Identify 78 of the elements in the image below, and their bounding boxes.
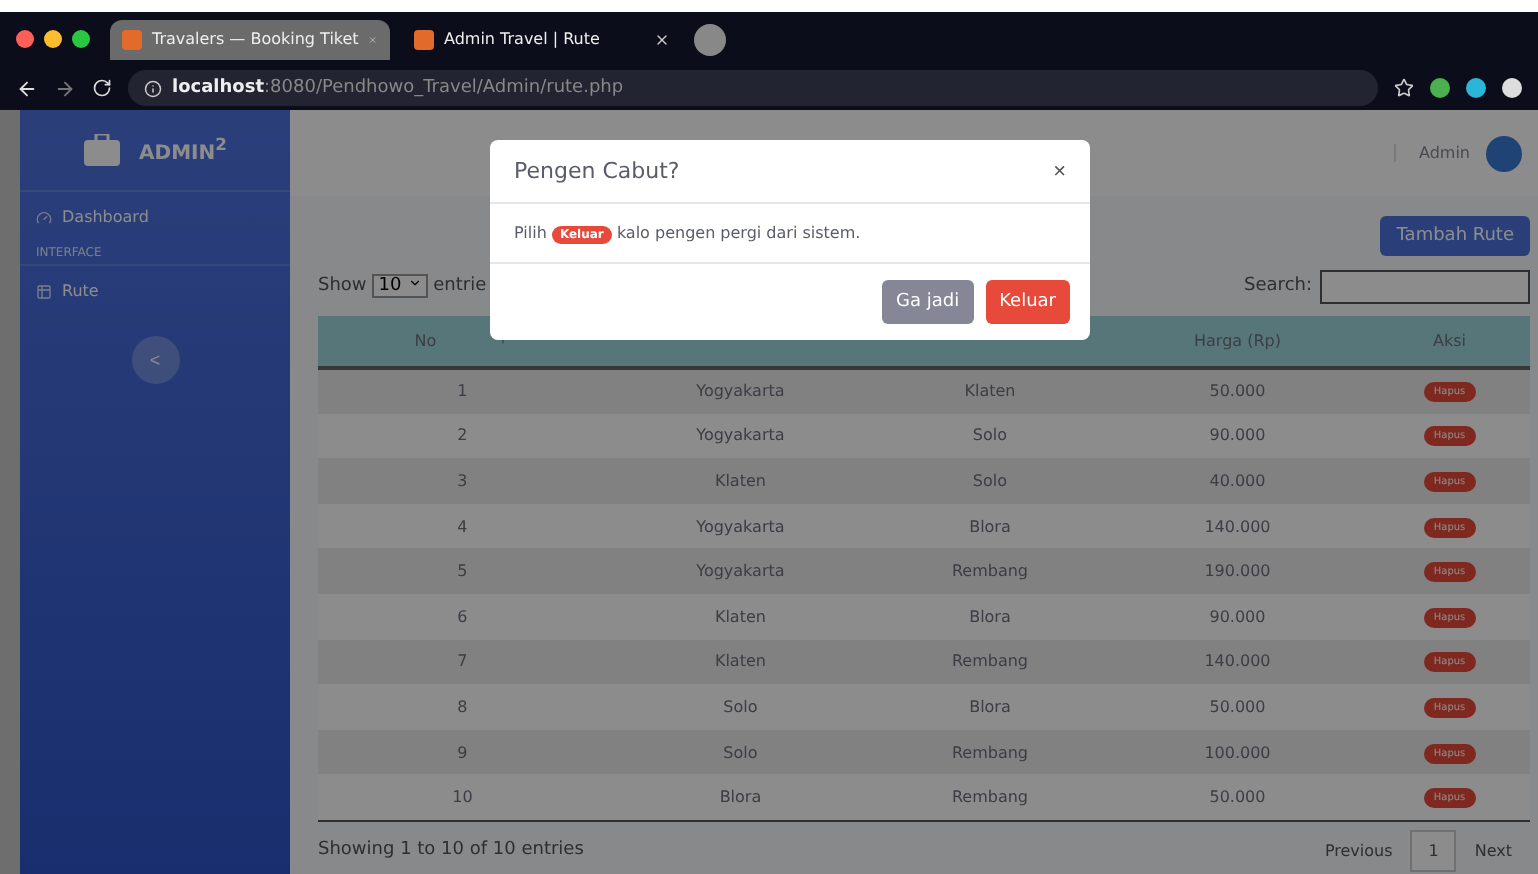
favicon-icon bbox=[122, 29, 142, 49]
table-cell: 5 bbox=[318, 548, 607, 594]
table-cell: 190.000 bbox=[1105, 548, 1370, 594]
browser-tab[interactable]: Travalers — Booking Tiket bbox=[110, 19, 390, 59]
table-cell: Blora bbox=[874, 503, 1106, 549]
info-icon bbox=[144, 79, 162, 97]
search-label: Search: bbox=[1244, 276, 1312, 296]
table-cell: Solo bbox=[606, 729, 875, 775]
column-header[interactable]: Harga (Rp) bbox=[1105, 316, 1370, 368]
table-cell: Blora bbox=[874, 684, 1106, 730]
table-cell: Rembang bbox=[874, 548, 1106, 594]
table-cell: 10 bbox=[318, 774, 607, 820]
favicon-icon bbox=[414, 29, 434, 49]
table-cell: 40.000 bbox=[1105, 458, 1370, 504]
logout-button[interactable]: Keluar bbox=[985, 280, 1070, 324]
browser-tab[interactable]: Admin Travel | Rute bbox=[402, 19, 682, 59]
table-cell: 90.000 bbox=[1105, 593, 1370, 640]
table-cell: Klaten bbox=[606, 593, 875, 640]
table-cell: Yogyakarta bbox=[606, 548, 875, 594]
add-route-button[interactable]: Tambah Rute bbox=[1380, 216, 1530, 256]
column-header[interactable]: Aksi bbox=[1369, 316, 1530, 368]
table-cell: Yogyakarta bbox=[606, 413, 875, 459]
table-cell: Blora bbox=[606, 774, 875, 820]
reload-icon[interactable] bbox=[92, 78, 112, 98]
cancel-button[interactable]: Ga jadi bbox=[881, 280, 974, 324]
label: entrie bbox=[433, 276, 487, 296]
table-cell: 90.000 bbox=[1105, 413, 1370, 459]
minimize-window-icon[interactable] bbox=[44, 30, 62, 48]
table-cell: Yogyakarta bbox=[606, 503, 875, 549]
table-cell: Klaten bbox=[874, 368, 1106, 414]
pagination-button[interactable]: 1 bbox=[1410, 829, 1457, 872]
brand-text: ADMIN$^{2}$ bbox=[139, 134, 227, 166]
close-window-icon[interactable] bbox=[16, 30, 34, 48]
table-cell: 2 bbox=[318, 413, 607, 459]
table-cell: 1 bbox=[318, 368, 607, 414]
star-icon[interactable] bbox=[1394, 78, 1414, 98]
dashboard-icon bbox=[36, 209, 52, 225]
close-icon[interactable] bbox=[654, 31, 670, 47]
modal-title: Pengen Cabut? bbox=[514, 158, 680, 184]
user-name: Admin bbox=[1393, 144, 1470, 162]
maximize-window-icon[interactable] bbox=[72, 30, 90, 48]
search-field[interactable] bbox=[1320, 269, 1530, 303]
table-cell: 9 bbox=[318, 729, 607, 775]
table-cell: 100.000 bbox=[1105, 729, 1370, 775]
table-info: Showing 1 to 10 of 10 entries bbox=[318, 840, 584, 861]
table-cell: 4 bbox=[318, 503, 607, 549]
table-cell: Klaten bbox=[606, 639, 875, 685]
table-cell: Yogyakarta bbox=[606, 368, 875, 414]
back-icon[interactable] bbox=[16, 77, 38, 99]
table-cell: 6 bbox=[318, 593, 607, 640]
table-cell: Rembang bbox=[874, 639, 1106, 685]
chevron-down-icon bbox=[407, 276, 422, 290]
table-cell: 3 bbox=[318, 458, 607, 504]
close-button[interactable]: × bbox=[1053, 159, 1066, 183]
table-cell: 140.000 bbox=[1105, 639, 1370, 685]
table-cell: 50.000 bbox=[1105, 368, 1370, 414]
label: Show bbox=[318, 276, 367, 296]
pagination-button[interactable]: Previous bbox=[1306, 829, 1411, 872]
table-cell: 8 bbox=[318, 684, 607, 730]
entries-select[interactable]: 10 bbox=[372, 274, 428, 298]
table-cell: 50.000 bbox=[1105, 774, 1370, 820]
table-cell: Solo bbox=[874, 413, 1106, 459]
briefcase-icon bbox=[83, 134, 120, 166]
table-cell: Rembang bbox=[874, 729, 1106, 775]
forward-icon[interactable] bbox=[54, 77, 76, 99]
pagination-button[interactable]: Next bbox=[1456, 829, 1530, 872]
url-text: localhost:8080/Pendhowo_Travel/Admin/rute.php bbox=[172, 78, 624, 98]
table-cell: 140.000 bbox=[1105, 503, 1370, 549]
table-cell: Blora bbox=[874, 593, 1106, 640]
table-cell: 7 bbox=[318, 639, 607, 685]
table-cell: Rembang bbox=[874, 774, 1106, 820]
table-icon bbox=[36, 283, 52, 299]
table-cell: Solo bbox=[874, 458, 1106, 504]
table-cell: Solo bbox=[606, 684, 875, 730]
table-cell: Klaten bbox=[606, 458, 875, 504]
new-tab-icon[interactable] bbox=[694, 23, 726, 55]
table-cell: 50.000 bbox=[1105, 684, 1370, 730]
address-bar[interactable]: localhost:8080/Pendhowo_Travel/Admin/rute.php bbox=[128, 70, 1378, 106]
